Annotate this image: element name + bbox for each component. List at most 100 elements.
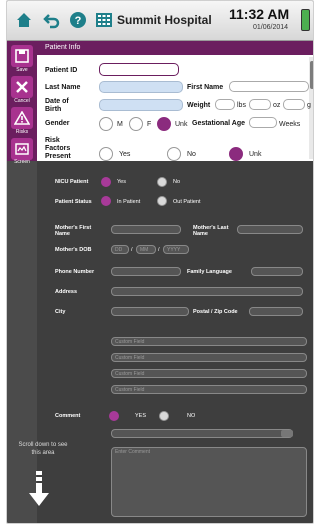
screen-label: Screen [14,159,30,165]
patient-id-label: Patient ID [45,67,78,74]
top-bar: ? Summit Hospital 11:32 AM 01/06/2014 [7,1,313,41]
custom-field-1[interactable]: Custom Field [111,337,307,346]
back-icon[interactable] [41,9,63,31]
patient-status-label: Patient Status [55,199,92,205]
keypad-icon[interactable] [93,9,115,31]
weight-label: Weight [187,102,211,109]
risk-unk-radio[interactable] [229,147,243,161]
save-label: Save [16,67,28,73]
first-name-label: First Name [187,84,224,91]
cancel-label: Cancel [14,98,30,104]
gestational-age-input[interactable] [249,117,277,128]
mother-last-input[interactable] [237,225,303,234]
nicu-no-radio[interactable] [157,177,167,187]
gender-unk-radio[interactable] [157,117,171,131]
dob-input[interactable] [99,99,183,111]
nicu-no-label: No [173,179,181,185]
oz-unit: oz [273,102,281,109]
lbs-unit: lbs [237,102,246,109]
mm-placeholder: MM [140,247,149,253]
mother-dob-day[interactable]: DD [111,245,129,254]
comment-no-radio[interactable] [159,411,169,421]
risks-button[interactable] [11,107,33,129]
risk-no-radio[interactable] [167,147,181,161]
in-patient-label: In Patient [117,199,141,205]
nicu-yes-label: Yes [117,179,126,185]
comment-dropdown[interactable] [111,429,293,438]
save-button[interactable] [11,45,33,67]
custom-field-3-placeholder: Custom Field [115,371,145,377]
out-patient-radio[interactable] [157,196,167,206]
yyyy-placeholder: YYYY [167,247,181,253]
risk-yes-radio[interactable] [99,147,113,161]
action-sidebar: Save Cancel Risks Screen [7,41,37,165]
gender-f-label: F [147,121,152,128]
custom-field-2-placeholder: Custom Field [115,355,145,361]
city-label: City [55,309,66,315]
cancel-icon [16,81,28,93]
last-name-input[interactable] [99,81,183,93]
cancel-button[interactable] [11,76,33,98]
address-input[interactable] [111,287,303,296]
risks-label: Risks [15,129,29,135]
comment-yes-radio[interactable] [109,411,119,421]
gender-m-radio[interactable] [99,117,113,131]
custom-field-4[interactable]: Custom Field [111,385,307,394]
family-language-label: Family Language [187,269,232,275]
dropdown-arrow-icon[interactable] [281,430,293,437]
gender-unk-label: Unk [175,121,188,128]
city-input[interactable] [111,307,189,316]
clock-time: 11:32 AM [229,6,290,22]
gender-label: Gender [45,120,70,127]
family-language-input[interactable] [251,267,303,276]
comment-no-label: NO [187,413,196,419]
app-title: Summit Hospital [117,13,212,27]
weight-g-input[interactable] [283,99,305,110]
mother-last-label: Mother's Last Name [193,225,229,237]
comment-yes-label: YES [135,413,147,419]
help-icon[interactable]: ? [67,9,89,31]
weight-lbs-input[interactable] [215,99,235,110]
comment-label: Comment [55,413,81,419]
home-icon[interactable] [13,9,35,31]
patient-info-panel: Patient Info Patient ID Last Name First … [37,41,313,161]
gestational-age-label: Gestational Age [192,120,246,127]
risk-yes-label: Yes [119,151,131,158]
scroll-preview-area: NICU Patient Yes No Patient Status In Pa… [37,161,313,523]
mother-dob-month[interactable]: MM [136,245,156,254]
battery-icon [301,9,310,31]
weight-oz-input[interactable] [249,99,271,110]
dob-sep-1: / [131,247,133,253]
gender-m-label: M [117,121,123,128]
risk-unk-label: Unk [249,151,262,158]
postal-label: Postal / Zip Code [193,309,238,315]
save-icon [15,49,29,63]
svg-text:?: ? [75,15,82,27]
phone-input[interactable] [111,267,181,276]
patient-id-input[interactable] [99,63,179,76]
out-patient-label: Out Patient [173,199,201,205]
nicu-label: NICU Patient [55,179,89,185]
address-label: Address [55,289,78,295]
weeks-unit: Weeks [279,121,301,128]
mother-first-label: Mother's First Name [55,225,92,237]
mother-first-input[interactable] [111,225,181,234]
dob-label: Date of Birth [45,98,69,113]
in-patient-radio[interactable] [101,196,111,206]
mother-dob-year[interactable]: YYYY [163,245,189,254]
postal-input[interactable] [249,307,303,316]
custom-field-1-placeholder: Custom Field [115,339,145,345]
custom-field-4-placeholder: Custom Field [115,387,145,393]
gender-f-radio[interactable] [129,117,143,131]
screen-icon [15,143,29,155]
phone-label: Phone Number [55,269,95,275]
screen-button[interactable] [11,138,33,160]
scroll-hint: Scroll down to see this area [18,442,68,456]
risk-factors-label: Risk Factors Present [45,137,71,160]
comment-textarea[interactable]: Enter Comment [111,447,307,517]
custom-field-3[interactable]: Custom Field [111,369,307,378]
first-name-input[interactable] [229,81,309,92]
custom-field-2[interactable]: Custom Field [111,353,307,362]
g-unit: g [307,102,311,109]
nicu-yes-radio[interactable] [101,177,111,187]
